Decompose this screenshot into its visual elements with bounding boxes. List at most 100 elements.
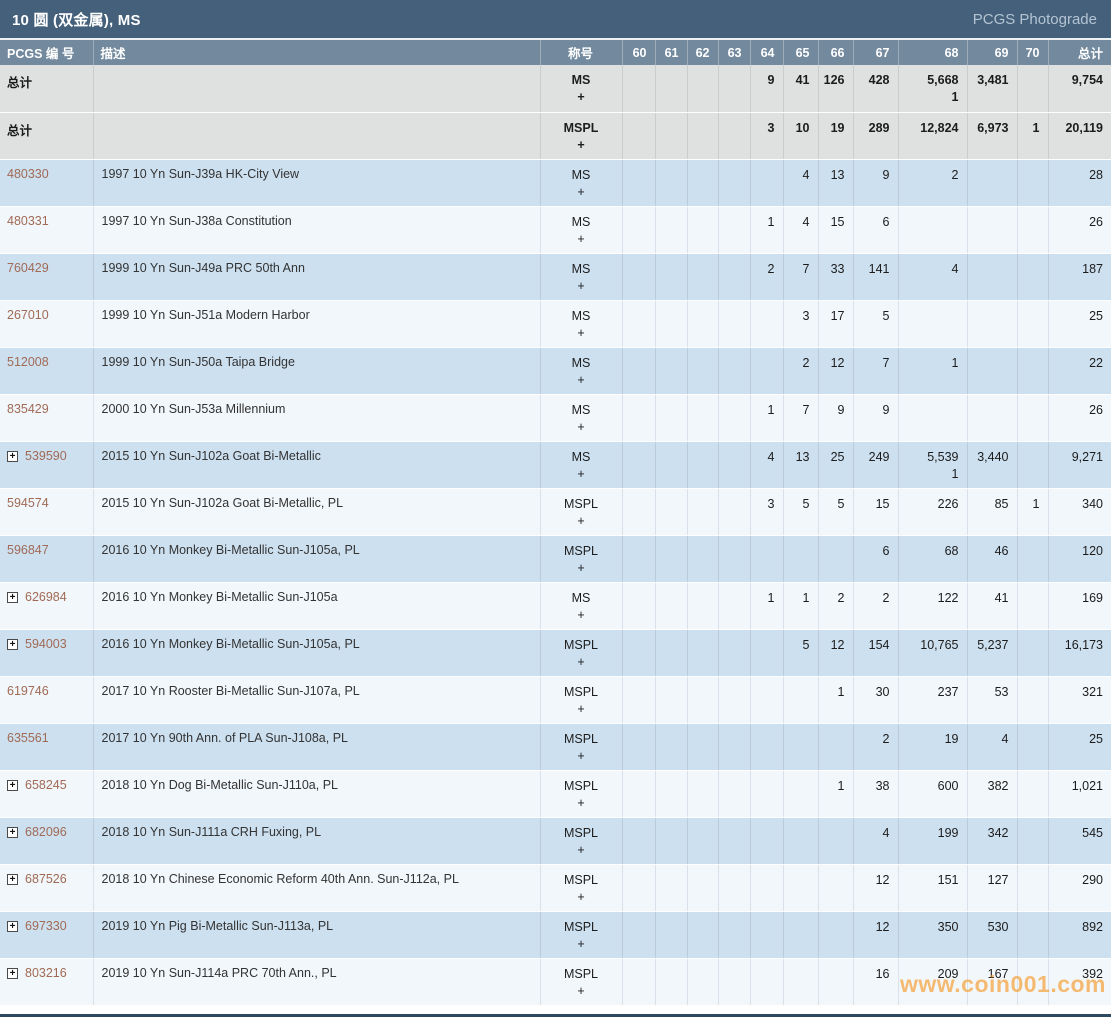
pcgs-number-link[interactable]: 682096	[25, 825, 67, 839]
pcgs-number-link[interactable]: 596847	[7, 543, 49, 557]
totals-label: 总计	[7, 123, 33, 138]
grade-63-count	[718, 159, 751, 207]
expand-icon[interactable]: +	[7, 591, 18, 603]
expand-icon[interactable]: +	[7, 920, 18, 932]
pcgs-number-link[interactable]: 480330	[7, 167, 49, 181]
pcgs-number-link[interactable]: 512008	[7, 355, 49, 369]
expand-icon[interactable]: +	[7, 779, 18, 791]
grade-67-count: 289	[853, 112, 899, 160]
grade-63-count	[718, 347, 751, 395]
grade-69-count	[967, 394, 1018, 442]
pcgs-number-cell: 596847	[0, 535, 94, 583]
grade-61-count	[655, 911, 688, 959]
pcgs-number-link[interactable]: 635561	[7, 731, 49, 745]
grade-65-count: 5	[783, 629, 819, 677]
grade-67-count: 154	[853, 629, 899, 677]
col-header-grade-60: 60	[622, 38, 656, 65]
pcgs-number-cell: +697330	[0, 911, 94, 959]
grade-70-count	[1017, 958, 1049, 1006]
grade-65-count: 2	[783, 347, 819, 395]
col-header-grade-64: 64	[750, 38, 784, 65]
col-header-grade-65: 65	[783, 38, 819, 65]
pcgs-number-cell: +539590	[0, 441, 94, 489]
grade-62-count	[687, 65, 719, 113]
pcgs-number-link[interactable]: 658245	[25, 778, 67, 792]
photograde-link[interactable]: PCGS Photograde	[973, 11, 1097, 28]
grade-68-count	[898, 300, 968, 348]
grade-64-count: 9	[750, 65, 784, 113]
expand-icon[interactable]: +	[7, 873, 18, 885]
pcgs-number-link[interactable]: 267010	[7, 308, 49, 322]
plus-designation-label: +	[577, 889, 585, 904]
pcgs-number-link[interactable]: 687526	[25, 872, 67, 886]
expand-icon[interactable]: +	[7, 638, 18, 650]
grade-64-count	[750, 159, 784, 207]
grade-66-count: 1	[818, 676, 854, 724]
expand-icon[interactable]: +	[7, 967, 18, 979]
grade-62-count	[687, 676, 719, 724]
pcgs-number-link[interactable]: 760429	[7, 261, 49, 275]
coin-description: 1999 10 Yn Sun-J51a Modern Harbor	[93, 300, 541, 348]
table-row: 267010 1999 10 Yn Sun-J51a Modern Harbor M…	[0, 300, 1111, 348]
grade-70-count	[1017, 864, 1049, 912]
grade-count-value: 5,539	[927, 449, 959, 464]
grade-61-count	[655, 112, 688, 160]
grade-62-count	[687, 394, 719, 442]
grade-count-value: 2	[802, 355, 810, 370]
grade-count-value: 3,481	[977, 73, 1009, 87]
designation-cell: MS +	[540, 65, 623, 113]
pcgs-number-link[interactable]: 594574	[7, 496, 49, 510]
pcgs-number-cell: 619746	[0, 676, 94, 724]
grade-count-value: 5	[802, 496, 810, 511]
grade-count-value: 141	[868, 261, 890, 276]
pcgs-number-link[interactable]: 626984	[25, 590, 67, 604]
grade-60-count	[622, 770, 656, 818]
table-row: 835429 2000 10 Yn Sun-J53a Millennium MS +1…	[0, 394, 1111, 442]
pcgs-number-link[interactable]: 619746	[7, 684, 49, 698]
grade-count-value: 1	[1032, 496, 1040, 511]
grade-65-count	[783, 958, 819, 1006]
grade-65-count	[783, 911, 819, 959]
grade-count-value: 1	[951, 355, 959, 370]
grade-69-count: 6,973	[967, 112, 1018, 160]
grade-63-count	[718, 676, 751, 724]
expand-icon[interactable]: +	[7, 826, 18, 838]
pcgs-number-link[interactable]: 697330	[25, 919, 67, 933]
grade-67-count: 7	[853, 347, 899, 395]
grade-70-count: 1	[1017, 488, 1049, 536]
designation-cell: MS +	[540, 159, 623, 207]
plus-designation-label: +	[577, 560, 585, 575]
coin-description: 1999 10 Yn Sun-J49a PRC 50th Ann	[93, 253, 541, 301]
grade-65-count	[783, 723, 819, 771]
pcgs-number-link[interactable]: 480331	[7, 214, 49, 228]
designation-label: MS	[571, 590, 591, 605]
grade-count-value: 2	[882, 590, 890, 605]
grade-66-count: 15	[818, 206, 854, 254]
grade-67-count: 9	[853, 394, 899, 442]
grade-65-count: 4	[783, 206, 819, 254]
designation-cell: MSPL +	[540, 770, 623, 818]
pcgs-number-link[interactable]: 835429	[7, 402, 49, 416]
pcgs-number-link[interactable]: 803216	[25, 966, 67, 980]
pcgs-number-cell: 总计	[0, 65, 94, 113]
table-row: 635561 2017 10 Yn 90th Ann. of PLA Sun-J1…	[0, 723, 1111, 771]
col-header-designation: 称号	[540, 38, 623, 65]
plus-designation-label: +	[577, 795, 585, 810]
row-total: 25	[1048, 300, 1111, 348]
row-total: 321	[1048, 676, 1111, 724]
grade-67-count: 12	[853, 864, 899, 912]
pcgs-number-link[interactable]: 594003	[25, 637, 67, 651]
grade-68-count: 4	[898, 253, 968, 301]
grade-69-count: 382	[967, 770, 1018, 818]
pcgs-number-cell: 835429	[0, 394, 94, 442]
grade-64-count: 3	[750, 488, 784, 536]
grade-70-count	[1017, 770, 1049, 818]
expand-icon[interactable]: +	[7, 450, 18, 462]
grade-count-value: 1	[837, 778, 845, 793]
grade-count-value: 289	[868, 120, 890, 135]
grade-60-count	[622, 723, 656, 771]
grade-60-count	[622, 864, 656, 912]
pcgs-number-link[interactable]: 539590	[25, 449, 67, 463]
designation-label: MSPL	[563, 919, 599, 934]
grade-65-count: 5	[783, 488, 819, 536]
